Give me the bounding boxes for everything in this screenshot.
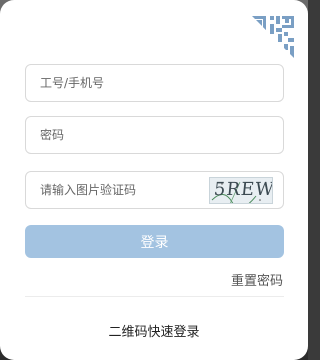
qr-code-icon[interactable]: [252, 16, 294, 58]
login-button[interactable]: 登录: [25, 225, 284, 258]
captcha-input[interactable]: [26, 172, 206, 208]
divider: [25, 296, 284, 297]
qr-login-link[interactable]: 二维码快速登录: [0, 321, 308, 340]
captcha-field[interactable]: 5REW: [25, 171, 284, 209]
username-field[interactable]: [25, 64, 284, 102]
reset-password-link[interactable]: 重置密码: [231, 270, 283, 289]
username-input[interactable]: [26, 65, 283, 101]
password-input[interactable]: [26, 117, 283, 153]
login-card: 5REW 登录 重置密码 二维码快速登录: [0, 0, 308, 360]
captcha-text: 5REW: [212, 179, 273, 200]
password-field[interactable]: [25, 116, 284, 154]
captcha-image[interactable]: 5REW: [209, 177, 273, 204]
